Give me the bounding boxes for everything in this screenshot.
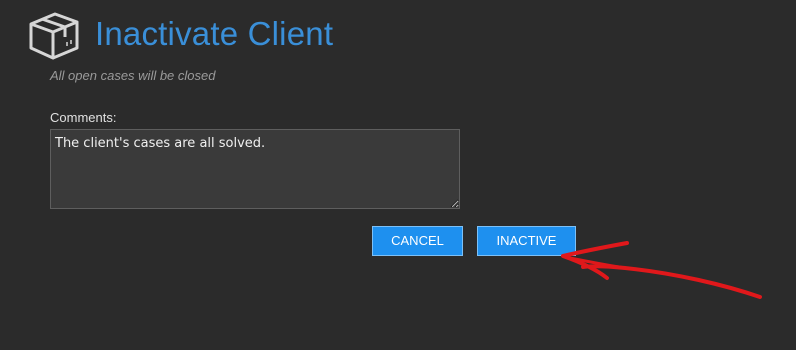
inactive-button[interactable]: INACTIVE — [477, 226, 576, 256]
package-box-icon — [29, 12, 79, 60]
inactivate-client-dialog: Inactivate Client All open cases will be… — [0, 0, 796, 350]
dialog-title: Inactivate Client — [95, 15, 334, 52]
red-arrow-icon — [561, 241, 762, 299]
dialog-subtitle: All open cases will be closed — [50, 68, 216, 83]
comments-field[interactable]: The client's cases are all solved. — [50, 129, 460, 209]
comments-label: Comments: — [50, 110, 117, 125]
cancel-button[interactable]: CANCEL — [372, 226, 463, 256]
